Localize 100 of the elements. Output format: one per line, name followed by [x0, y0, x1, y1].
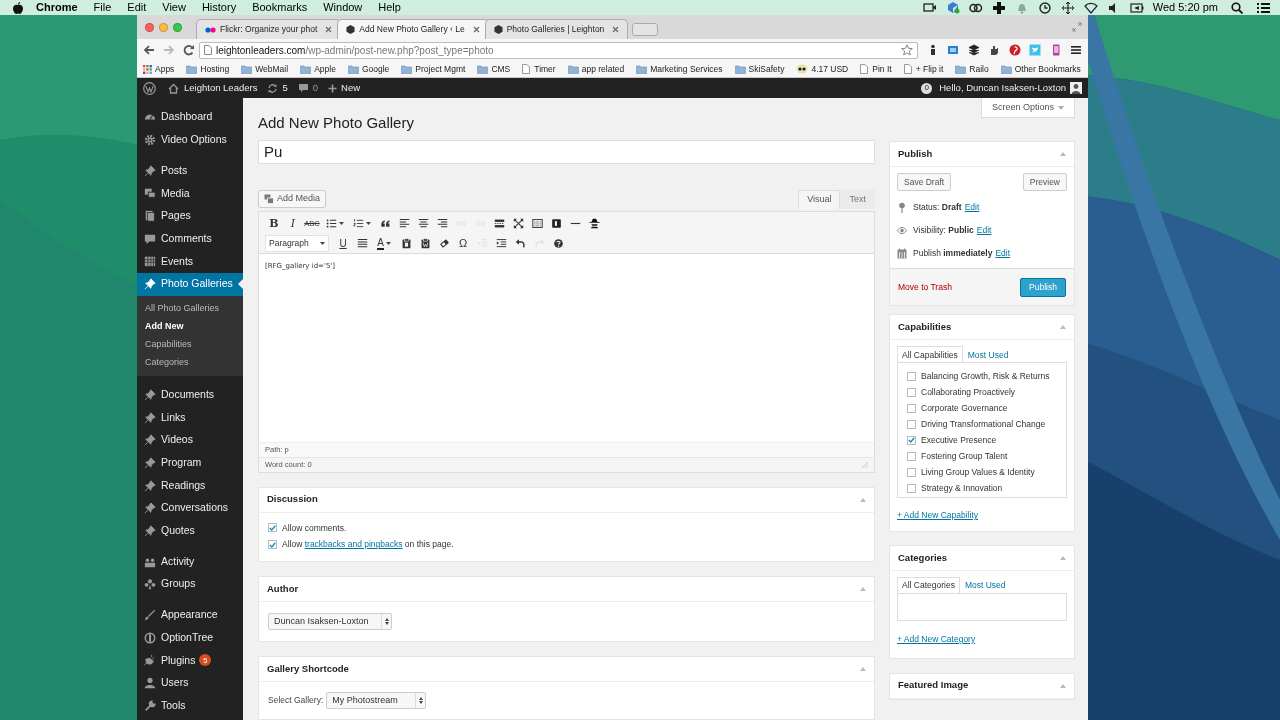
bookmark[interactable]: 4.17 USD — [811, 62, 849, 76]
submenu-item[interactable]: Categories — [137, 353, 243, 372]
menu-item[interactable]: Documents — [137, 383, 243, 407]
editor-tab[interactable]: Visual — [798, 189, 841, 209]
menu-item[interactable]: Quotes — [137, 519, 243, 543]
menu-item[interactable]: Window — [323, 0, 363, 16]
category-tab[interactable]: All Categories — [897, 576, 960, 594]
back-arrow-icon[interactable] — [143, 44, 155, 56]
menu-item[interactable]: Tools — [137, 694, 243, 718]
italic-button[interactable]: I — [284, 214, 302, 233]
close-icon[interactable] — [612, 26, 620, 33]
text-color-button[interactable]: A — [372, 234, 396, 253]
menu-item[interactable]: View — [162, 0, 186, 16]
menu-item[interactable]: Activity — [137, 550, 243, 573]
move-to-trash-link[interactable]: Move to Trash — [898, 280, 952, 294]
checkbox[interactable] — [907, 483, 916, 493]
avatar[interactable] — [1070, 82, 1082, 94]
bookmark[interactable]: Hosting — [200, 62, 230, 76]
speech-bubble-icon[interactable] — [297, 82, 309, 94]
bookmark[interactable]: Google — [361, 62, 390, 76]
move-arrows-icon[interactable] — [1060, 0, 1075, 15]
title-input[interactable]: Pu — [258, 140, 875, 164]
close-icon[interactable] — [325, 26, 333, 33]
bookmark[interactable]: CMS — [491, 62, 511, 76]
menu-item[interactable]: File — [93, 0, 112, 16]
greeting-link[interactable]: Hello, Duncan Isaksen-Loxton — [939, 80, 1066, 96]
star-icon[interactable] — [901, 44, 914, 56]
special-character-button[interactable]: Ω — [454, 234, 472, 253]
checkbox[interactable] — [907, 387, 916, 397]
layers-icon[interactable] — [967, 44, 980, 56]
bookmark[interactable]: SkiSafety — [748, 62, 785, 76]
add-new-link[interactable]: + Add New Capability — [897, 509, 979, 522]
menu-item[interactable]: Videos — [137, 428, 243, 452]
menu-item[interactable]: Video Options — [137, 128, 243, 152]
browser-tab[interactable]: Photo Galleries | Leighton — [484, 19, 629, 39]
screen-options-tab[interactable]: Screen Options — [980, 98, 1075, 118]
add-new-link[interactable]: + Add New Category — [897, 632, 976, 646]
checkbox[interactable] — [907, 451, 916, 461]
bookmark[interactable]: + Flip it — [915, 62, 944, 76]
bookmark[interactable]: Railo — [969, 62, 989, 76]
menu-item[interactable]: Groups — [137, 573, 243, 596]
clock-text[interactable]: Wed 5:20 pm — [1152, 0, 1218, 16]
submenu-item[interactable]: Add New — [137, 317, 243, 336]
menu-item[interactable]: Dashboard — [137, 106, 243, 129]
menu-item[interactable]: Pages — [137, 204, 243, 228]
menu-item[interactable]: Media — [137, 182, 243, 205]
checkbox[interactable] — [268, 540, 277, 550]
menu-item[interactable]: Links — [137, 406, 243, 429]
update-count[interactable]: 5 — [282, 80, 288, 96]
menu-item[interactable]: Conversations — [137, 496, 243, 520]
list-icon[interactable] — [1257, 1, 1270, 14]
select-dropdown[interactable]: My Photostream — [326, 692, 427, 709]
select-dropdown[interactable]: Duncan Isaksen-Loxton — [268, 613, 392, 630]
menu-item[interactable]: Users — [137, 671, 243, 695]
bookmark[interactable]: Pin It — [872, 62, 892, 76]
category-tab[interactable]: Most Used — [962, 346, 1014, 363]
format-dropdown[interactable]: Paragraph — [265, 234, 329, 252]
menu-item[interactable]: History — [201, 0, 237, 16]
menu-item[interactable]: Comments — [137, 227, 243, 251]
site-name-link[interactable]: Leighton Leaders — [184, 80, 258, 96]
pin-circle-icon[interactable] — [1008, 44, 1021, 56]
menu-item[interactable]: Bookmarks — [252, 0, 308, 16]
preview-button[interactable]: Preview — [1022, 173, 1067, 191]
bookmark[interactable]: Apps — [155, 62, 175, 76]
menu-item[interactable]: Help — [378, 0, 401, 16]
checkbox[interactable] — [907, 467, 916, 477]
clock-icon[interactable] — [1037, 0, 1052, 15]
checkbox[interactable] — [268, 523, 277, 533]
wifi-icon[interactable] — [1083, 0, 1098, 15]
menu-item[interactable]: Edit — [127, 0, 147, 16]
new-link[interactable]: New — [341, 80, 361, 96]
app-menu[interactable]: Chrome — [36, 0, 78, 16]
checkbox[interactable] — [907, 435, 916, 445]
checkbox[interactable] — [907, 403, 916, 413]
add-media-button[interactable]: Add Media — [258, 189, 327, 208]
bold-button[interactable]: B — [265, 214, 283, 233]
logo-circle-icon[interactable] — [143, 81, 156, 95]
underline-button[interactable]: U — [334, 234, 352, 253]
checkbox[interactable] — [907, 419, 916, 429]
refresh-icon[interactable] — [267, 82, 279, 94]
checkbox[interactable] — [907, 371, 916, 381]
bookmark[interactable]: WebMail — [255, 62, 289, 76]
bookmark[interactable]: Apple — [314, 62, 336, 76]
battery-icon[interactable] — [1129, 0, 1144, 15]
menu-item[interactable]: Program — [137, 451, 243, 475]
save-draft-button[interactable]: Save Draft — [897, 173, 952, 191]
menu-item[interactable]: Photo Galleries — [137, 272, 243, 296]
other-bookmarks[interactable]: Other Bookmarks — [1014, 62, 1081, 76]
reload-icon[interactable] — [182, 44, 195, 56]
close-window-button[interactable] — [145, 22, 154, 32]
editor-tab[interactable]: Text — [840, 189, 875, 209]
box-icon[interactable] — [945, 0, 960, 15]
menu-item[interactable]: Posts — [137, 159, 243, 183]
edit-link[interactable]: Edit — [995, 247, 1011, 260]
address-bar[interactable]: leightonleaders.com/wp-admin/post-new.php?post_type=photo — [198, 41, 919, 59]
resize-handle-icon[interactable] — [862, 461, 868, 468]
close-icon[interactable] — [472, 26, 480, 33]
category-tab[interactable]: Most Used — [959, 576, 1011, 594]
menu-item[interactable]: Events — [137, 250, 243, 273]
menu-icon[interactable] — [1070, 44, 1082, 56]
